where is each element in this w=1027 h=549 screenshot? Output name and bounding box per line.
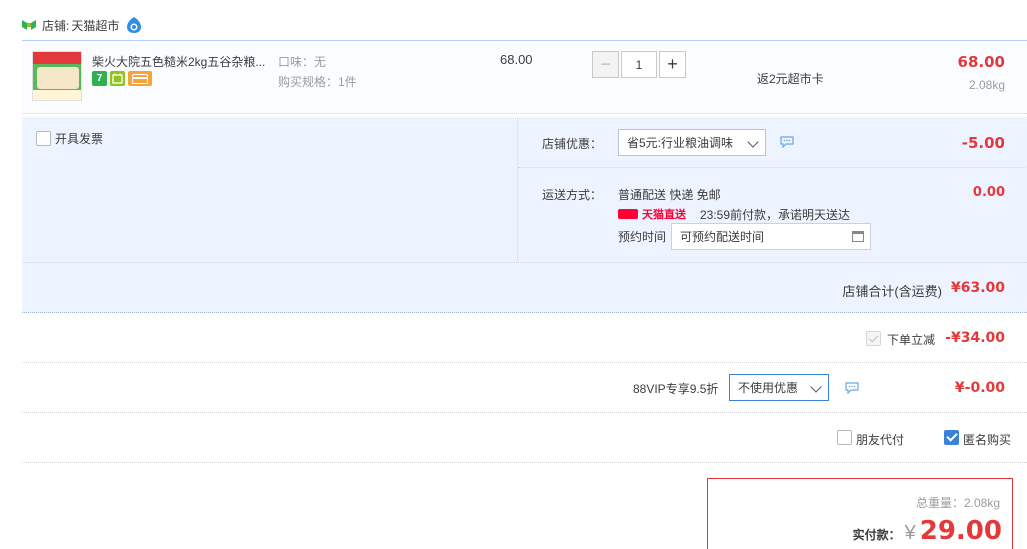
payment-options-row: 朋友代付 匿名购买 xyxy=(22,413,1027,463)
product-thumbnail[interactable] xyxy=(32,51,82,101)
instant-discount-label: 下单立减 xyxy=(887,333,936,347)
appointment-placeholder: 可预约配送时间 xyxy=(680,230,765,244)
tmall-direct-badge: 天猫直送 xyxy=(618,206,686,222)
store-coupon-value: 省5元:行业粮油调味 xyxy=(627,136,734,150)
line-total: 68.00 xyxy=(957,53,1005,71)
instant-discount-checkbox xyxy=(866,331,881,346)
quantity-decrease-button[interactable]: − xyxy=(592,51,619,78)
tmall-direct-label: 天猫直送 xyxy=(642,209,686,221)
store-options-panel: 开具发票 店铺优惠： 省5元:行业粮油调味 -5.00 运送方式： 普通配送 快… xyxy=(22,117,1027,262)
vip-discount-row: 88VIP专享9.5折 不使用优惠 ¥-0.00 xyxy=(22,363,1027,413)
total-weight: 总重量：2.08kg xyxy=(915,496,1000,510)
appointment-label: 预约时间 xyxy=(618,230,667,244)
store-options-right: 店铺优惠： 省5元:行业粮油调味 -5.00 运送方式： 普通配送 快递 免邮 … xyxy=(517,117,1027,262)
pay-amount-line: 实付款： ¥ 29.00 xyxy=(853,516,1002,546)
product-title-link[interactable]: 柴火大院五色糙米2kg五谷杂粮... xyxy=(92,53,272,70)
order-item-row: 柴火大院五色糙米2kg五谷杂粮... 7 口味：无 购买规格：1件 68.00 … xyxy=(22,40,1027,114)
store-coupon-amount: -5.00 xyxy=(961,134,1005,152)
calendar-icon xyxy=(852,231,864,242)
store-icon xyxy=(22,20,36,30)
vip-discount-label: 88VIP专享9.5折 xyxy=(633,382,719,396)
vip-discount-value: 不使用优惠 xyxy=(738,381,799,395)
seven-day-return-icon: 7 xyxy=(92,71,107,86)
instant-discount-amount: -¥34.00 xyxy=(945,330,1005,346)
store-label: 店铺: xyxy=(42,18,70,33)
shipping-method: 普通配送 快递 免邮 xyxy=(618,188,721,202)
sku-taste: 口味：无 xyxy=(278,55,327,69)
store-subtotal-row: 店铺合计(含运费) ¥63.00 xyxy=(22,262,1027,313)
anonymous-label[interactable]: 匿名购买 xyxy=(963,431,1011,448)
pay-label: 实付款： xyxy=(852,528,901,542)
chevron-down-icon xyxy=(810,381,822,393)
store-name-link[interactable]: 天猫超市 xyxy=(71,17,119,34)
currency-symbol: ¥ xyxy=(904,522,916,544)
order-total-box: 总重量：2.08kg 实付款： ¥ 29.00 xyxy=(707,478,1013,549)
wangwang-chat-icon[interactable] xyxy=(125,16,143,34)
store-coupon-label: 店铺优惠： xyxy=(542,137,603,151)
delivery-promise: 23:59前付款，承诺明天送达 xyxy=(700,208,851,222)
speech-bubble-icon[interactable] xyxy=(845,382,859,394)
vip-discount-select[interactable]: 不使用优惠 xyxy=(729,374,829,401)
vip-discount-amount: ¥-0.00 xyxy=(954,380,1005,396)
guarantee-icon xyxy=(110,71,125,86)
line-weight: 2.08kg xyxy=(968,78,1005,92)
card-icon xyxy=(128,71,152,86)
store-header: 店铺: 天猫超市 xyxy=(22,14,143,36)
shipping-label: 运送方式： xyxy=(542,188,603,202)
shipping-fee: 0.00 xyxy=(972,185,1005,200)
friend-pay-label[interactable]: 朋友代付 xyxy=(856,431,904,448)
unit-price: 68.00 xyxy=(500,52,533,67)
tmall-logo-icon xyxy=(618,209,638,219)
chevron-down-icon xyxy=(747,136,759,148)
divider xyxy=(518,167,1027,168)
invoice-option[interactable]: 开具发票 xyxy=(36,130,103,147)
store-subtotal-label: 店铺合计(含运费) xyxy=(842,284,942,299)
pay-amount: 29.00 xyxy=(919,516,1002,546)
quantity-input[interactable]: 1 xyxy=(621,51,657,78)
rebate-text: 返2元超市卡 xyxy=(757,72,824,86)
quantity-stepper: − 1 + xyxy=(592,51,686,78)
appointment-time-input[interactable]: 可预约配送时间 xyxy=(671,223,871,250)
quantity-increase-button[interactable]: + xyxy=(659,51,686,78)
speech-bubble-icon[interactable] xyxy=(780,136,794,148)
store-subtotal-amount: ¥63.00 xyxy=(950,280,1005,296)
invoice-checkbox[interactable] xyxy=(36,131,51,146)
sku-spec: 购买规格：1件 xyxy=(278,75,357,89)
friend-pay-checkbox[interactable] xyxy=(837,430,852,445)
anonymous-checkbox[interactable] xyxy=(944,430,959,445)
store-coupon-select[interactable]: 省5元:行业粮油调味 xyxy=(618,129,766,156)
invoice-label: 开具发票 xyxy=(55,132,104,146)
product-badges: 7 xyxy=(92,71,152,86)
instant-discount-row: 下单立减 -¥34.00 xyxy=(22,313,1027,363)
